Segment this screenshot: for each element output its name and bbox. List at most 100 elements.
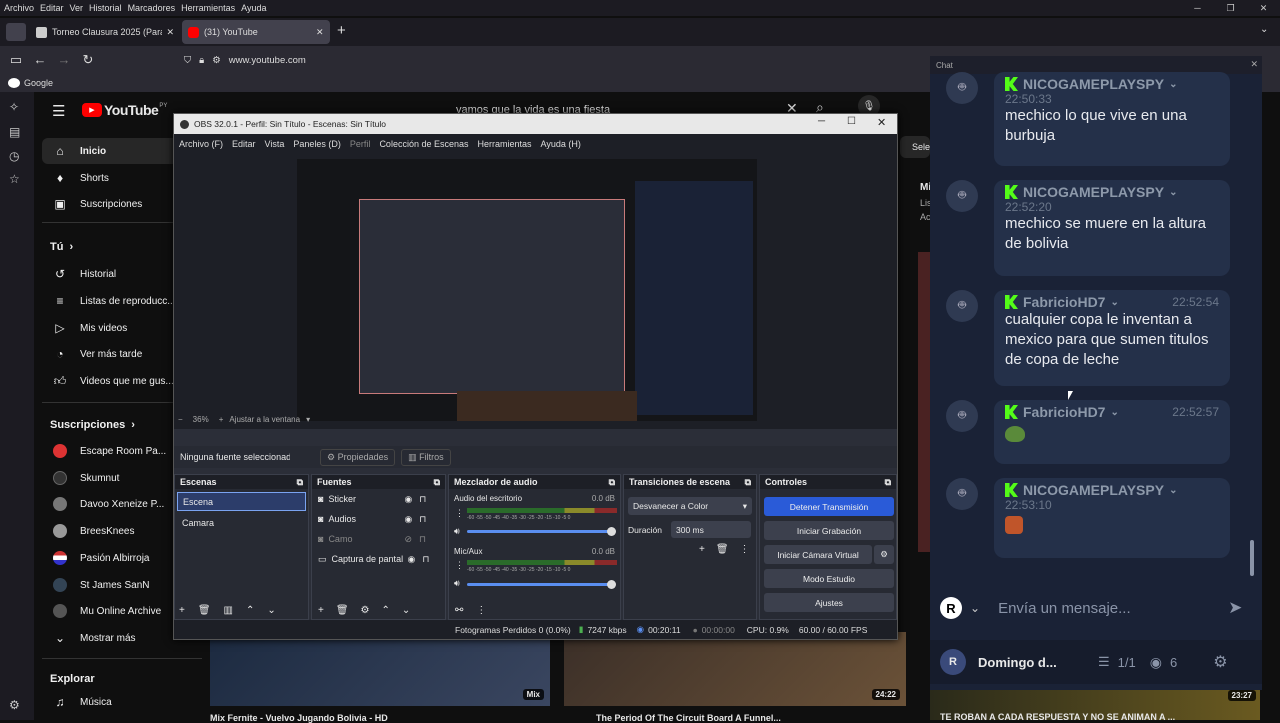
close-icon[interactable]: ✕	[1250, 59, 1258, 70]
move-up-icon[interactable]: ⌃	[246, 605, 254, 616]
transition-select[interactable]: Desvanecer a Color ▾	[628, 497, 752, 515]
close-icon[interactable]: ✕	[877, 116, 886, 129]
nav-musica[interactable]: ♫ Música	[42, 689, 202, 715]
undock-icon[interactable]: ⧉	[609, 477, 615, 488]
filters-button[interactable]: ▥ Filtros	[401, 448, 451, 466]
url-bar[interactable]: ⛉ 🔒︎ ⚙ www.youtube.com	[178, 50, 923, 70]
chat-username[interactable]: FabricioHD7 ⌄ 22:52:57	[1005, 404, 1219, 420]
fit-window[interactable]: Ajustar a la ventana	[229, 415, 300, 424]
new-tab-icon[interactable]: +	[337, 22, 346, 39]
zoom-in-icon[interactable]: +	[219, 415, 224, 424]
video-title[interactable]: The Period Of The Circuit Board A Funnel…	[596, 713, 916, 723]
link-icon[interactable]: ⚯	[455, 605, 463, 616]
kebab-icon[interactable]: ⋮	[476, 605, 486, 616]
menu-item[interactable]: Vista	[265, 139, 285, 149]
menu-item[interactable]: Ayuda (H)	[541, 139, 581, 149]
menu-item[interactable]: Paneles (D)	[293, 139, 341, 149]
volume-slider[interactable]	[467, 527, 616, 536]
menu-editar[interactable]: Editar	[40, 3, 64, 13]
chat-input[interactable]: Envía un mensaje...	[998, 600, 1228, 617]
menu-ayuda[interactable]: Ayuda	[241, 3, 266, 13]
menu-marcadores[interactable]: Marcadores	[128, 3, 176, 13]
ai-icon[interactable]: ✧	[9, 100, 19, 114]
source-item[interactable]: ◙ Camo ⊘ ⊓	[312, 529, 445, 549]
trash-icon[interactable]: 🗑︎	[716, 544, 729, 555]
menu-item[interactable]: Editar	[232, 139, 256, 149]
send-icon[interactable]: ➤	[1228, 598, 1242, 618]
add-icon[interactable]: +	[318, 605, 324, 616]
menu-icon[interactable]: ☰	[52, 102, 65, 120]
scene-item-escena[interactable]: Escena	[177, 492, 306, 511]
emote-picker-icon[interactable]: R	[940, 597, 962, 619]
slider-knob[interactable]	[607, 580, 616, 589]
move-down-icon[interactable]: ⌄	[267, 605, 275, 616]
virtual-camera-settings[interactable]: ⚙	[874, 545, 894, 564]
undock-icon[interactable]: ⧉	[745, 477, 751, 488]
source-item[interactable]: ▭ Captura de pantal ◉ ⊓	[312, 549, 445, 569]
obs-preview[interactable]: − 36% + Ajustar a la ventana ▾	[174, 153, 897, 429]
scene-item-camara[interactable]: Camara	[177, 514, 306, 533]
video-thumbnail[interactable]	[918, 252, 930, 552]
lock-icon[interactable]: ⊓	[422, 554, 429, 565]
lock-icon[interactable]: ⊓	[419, 514, 426, 525]
volume-slider[interactable]	[467, 580, 616, 589]
eye-icon[interactable]: ◉	[408, 554, 416, 565]
tab-youtube[interactable]: (31) YouTube ✕	[182, 20, 330, 44]
stop-stream-button[interactable]: Detener Transmisión	[764, 497, 894, 516]
menu-item[interactable]: Archivo (F)	[179, 139, 223, 149]
gear-icon[interactable]: ⚙	[1213, 652, 1227, 672]
close-tab-icon[interactable]: ✕	[316, 27, 324, 38]
source-item[interactable]: ◙ Sticker ◉ ⊓	[312, 489, 445, 509]
duration-input[interactable]: 300 ms	[671, 521, 751, 538]
youtube-logo[interactable]: ▶ YouTube PY	[82, 102, 167, 118]
forward-icon[interactable]: →	[55, 52, 73, 68]
bookmark-google[interactable]: Google	[24, 78, 53, 88]
sidebar-icon[interactable]: ▭	[7, 52, 25, 68]
tabs-icon[interactable]: ▤	[9, 125, 20, 139]
move-up-icon[interactable]: ⌃	[382, 605, 390, 616]
menu-archivo[interactable]: Archivo	[4, 3, 34, 13]
minimize-icon[interactable]: ─	[1181, 0, 1214, 16]
chevron-down-icon[interactable]: ⌄	[1260, 24, 1268, 35]
eye-icon[interactable]: ◉	[404, 494, 412, 505]
zoom-out-icon[interactable]: −	[178, 415, 183, 424]
undock-icon[interactable]: ⧉	[434, 477, 440, 488]
settings-icon[interactable]: ⚙	[9, 698, 20, 712]
chat-username[interactable]: NICOGAMEPLAYSPY ⌄	[1005, 184, 1219, 200]
menu-item[interactable]: Colección de Escenas	[379, 139, 468, 149]
channel-name[interactable]: Domingo d...	[978, 655, 1098, 670]
menu-historial[interactable]: Historial	[89, 3, 122, 13]
scrollbar-thumb[interactable]	[1250, 540, 1254, 576]
sidebar-toggle-icon[interactable]	[6, 23, 26, 41]
menu-item[interactable]: Perfil	[350, 139, 371, 149]
bookmarks-icon[interactable]: ☆	[9, 172, 20, 186]
close-tab-icon[interactable]: ✕	[166, 27, 174, 38]
video-thumbnail[interactable]: Mix	[210, 632, 550, 706]
trash-icon[interactable]: 🗑︎	[336, 605, 349, 616]
video-title[interactable]: TE ROBAN A CADA RESPUESTA Y NO SE ANIMAN…	[940, 712, 1260, 722]
start-recording-button[interactable]: Iniciar Grabación	[764, 521, 894, 540]
maximize-icon[interactable]: ☐	[847, 116, 856, 127]
reload-icon[interactable]: ↻	[79, 52, 97, 68]
source-item[interactable]: ◙ Audios ◉ ⊓	[312, 509, 445, 529]
dropdown-icon[interactable]: ▾	[306, 415, 310, 424]
eye-off-icon[interactable]: ⊘	[404, 534, 412, 545]
lock-icon[interactable]: ⊓	[419, 494, 426, 505]
close-icon[interactable]: ✕	[1247, 0, 1280, 16]
undock-icon[interactable]: ⧉	[885, 477, 891, 488]
virtual-camera-button[interactable]: Iniciar Cámara Virtual	[764, 545, 872, 564]
chip[interactable]: Sele	[900, 136, 930, 158]
slider-knob[interactable]	[607, 527, 616, 536]
chevron-down-icon[interactable]: ⌄	[970, 601, 980, 615]
eye-icon[interactable]: ◉	[404, 514, 412, 525]
menu-ver[interactable]: Ver	[70, 3, 84, 13]
filter-icon[interactable]: ▥	[224, 605, 233, 616]
chat-username[interactable]: NICOGAMEPLAYSPY ⌄	[1005, 482, 1219, 498]
menu-herramientas[interactable]: Herramientas	[181, 3, 235, 13]
kebab-icon[interactable]: ⋮	[455, 508, 464, 519]
kebab-icon[interactable]: ⋮	[740, 544, 750, 555]
chat-username[interactable]: NICOGAMEPLAYSPY ⌄	[1005, 76, 1219, 92]
add-icon[interactable]: +	[179, 605, 185, 616]
back-icon[interactable]: ←	[31, 52, 49, 68]
minimize-icon[interactable]: ─	[818, 116, 825, 127]
